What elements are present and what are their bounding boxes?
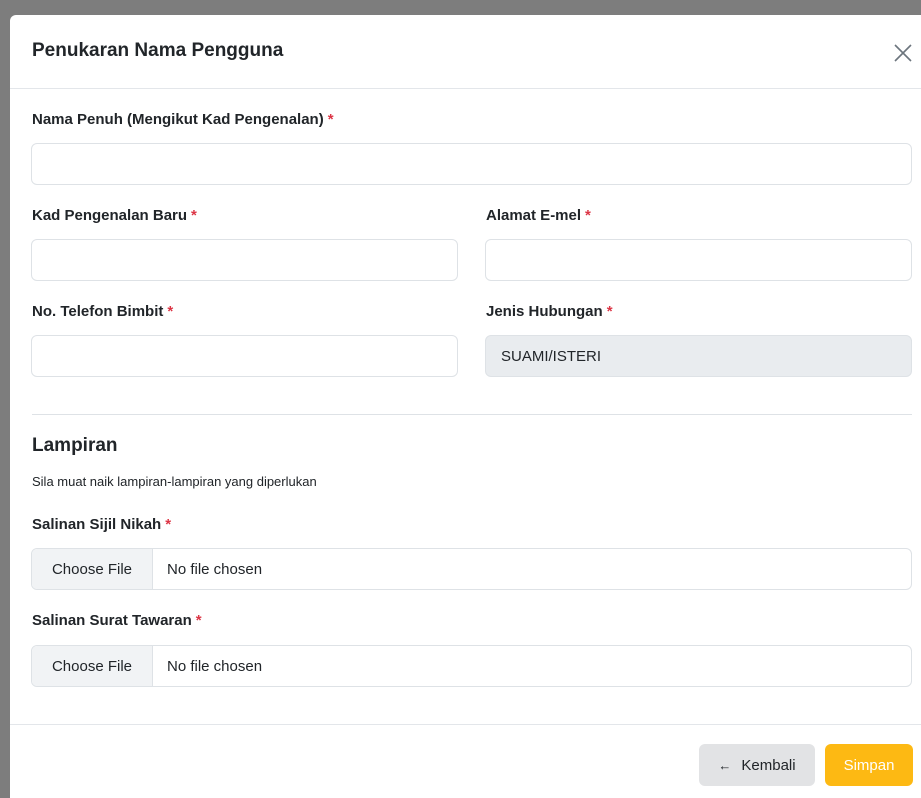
choose-file-button[interactable]: Choose File (32, 646, 153, 686)
ic-input[interactable] (31, 239, 458, 281)
required-mark: * (606, 303, 613, 320)
modal-footer: ← Kembali Simpan (10, 724, 921, 798)
required-mark: * (167, 303, 174, 320)
offer-letter-label: Salinan Surat Tawaran * (32, 612, 202, 629)
required-mark: * (195, 612, 202, 629)
change-username-modal: Penukaran Nama Pengguna Nama Penuh (Meng… (10, 15, 921, 798)
full-name-label: Nama Penuh (Mengikut Kad Pengenalan) * (32, 111, 334, 128)
modal-title: Penukaran Nama Pengguna (32, 40, 284, 61)
back-button-label: Kembali (741, 756, 796, 774)
choose-file-button[interactable]: Choose File (32, 549, 153, 589)
ic-label: Kad Pengenalan Baru * (32, 207, 197, 224)
file-status: No file chosen (167, 657, 263, 675)
close-icon[interactable] (891, 41, 915, 65)
relationship-value: SUAMI/ISTERI (501, 347, 602, 365)
offer-letter-file-input[interactable]: Choose File No file chosen (31, 645, 912, 687)
modal-header: Penukaran Nama Pengguna (10, 15, 921, 89)
required-mark: * (165, 516, 172, 533)
marriage-cert-label-text: Salinan Sijil Nikah (32, 516, 162, 533)
relationship-field: SUAMI/ISTERI (485, 335, 912, 377)
attachments-subtitle: Sila muat naik lampiran-lampiran yang di… (32, 474, 317, 489)
phone-label: No. Telefon Bimbit * (32, 303, 173, 320)
marriage-cert-file-input[interactable]: Choose File No file chosen (31, 548, 912, 590)
full-name-label-text: Nama Penuh (Mengikut Kad Pengenalan) (32, 111, 324, 128)
required-mark: * (327, 111, 334, 128)
phone-label-text: No. Telefon Bimbit (32, 303, 164, 320)
offer-letter-label-text: Salinan Surat Tawaran (32, 612, 192, 629)
section-divider (32, 414, 912, 415)
required-mark: * (585, 207, 591, 224)
required-mark: * (191, 207, 197, 224)
email-input[interactable] (485, 239, 912, 281)
relationship-label-text: Jenis Hubungan (486, 303, 603, 320)
back-button[interactable]: ← Kembali (699, 744, 815, 786)
attachments-title: Lampiran (32, 435, 118, 456)
arrow-left-icon: ← (718, 757, 732, 773)
phone-input[interactable] (31, 335, 458, 377)
file-status: No file chosen (167, 560, 263, 578)
email-label-text: Alamat E-mel (486, 207, 582, 224)
full-name-input[interactable] (31, 143, 912, 185)
relationship-label: Jenis Hubungan * (486, 303, 613, 320)
email-label: Alamat E-mel * (486, 207, 591, 224)
ic-label-text: Kad Pengenalan Baru (32, 207, 188, 224)
marriage-cert-label: Salinan Sijil Nikah * (32, 516, 171, 533)
save-button[interactable]: Simpan (825, 744, 913, 786)
